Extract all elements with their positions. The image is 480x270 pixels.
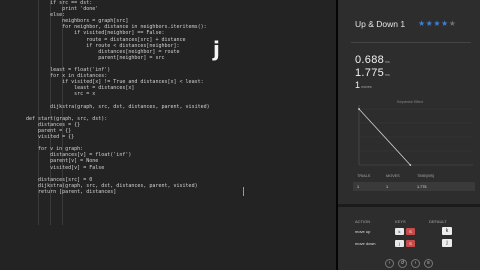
code-editor[interactable]: if src == dst: print 'done' else: neighb… <box>0 0 336 270</box>
previous-icon[interactable]: ‹ <box>385 259 394 268</box>
menu-icon[interactable]: ≡ <box>424 259 433 268</box>
chart-point <box>409 164 412 166</box>
keystroke-chart: Keystroke Effect <box>358 100 473 166</box>
default-key: j <box>442 239 452 247</box>
chart-label: Keystroke Effect <box>397 100 423 104</box>
section-divider <box>338 204 480 207</box>
default-key: k <box>442 227 452 235</box>
keybind-row-move-up: move up k S k <box>355 225 473 237</box>
chart-grid <box>359 108 473 152</box>
star-icon: ★ <box>433 19 442 28</box>
next-icon[interactable]: › <box>411 259 420 268</box>
key-button[interactable]: S <box>406 227 415 235</box>
stat-average: 0.688ms <box>355 54 390 66</box>
key-button[interactable]: S <box>406 239 415 247</box>
table-row: 1 1 1.775 <box>353 182 475 191</box>
level-title: Up & Down 1 <box>355 19 406 29</box>
stats-panel: Up & Down 1 ★★★★★ 0.688ms 1.775ms 1moves… <box>338 0 480 270</box>
keybind-row-move-down: move down j S j <box>355 237 473 249</box>
divider <box>351 42 471 43</box>
keybind-header: ACTION KEYS DEFAULT <box>355 219 447 224</box>
key-button[interactable]: k <box>395 227 404 235</box>
code-area[interactable]: if src == dst: print 'done' else: neighb… <box>26 0 326 195</box>
star-icon: ★ <box>448 19 457 28</box>
restart-icon[interactable]: ↺ <box>398 259 407 268</box>
code-line: return [parent, distances] <box>26 188 117 195</box>
pressed-key-overlay: j <box>213 37 220 61</box>
key-button[interactable]: j <box>395 239 404 247</box>
text-cursor <box>243 187 244 196</box>
trials-table: TRIALS MOVES TIME(MS) 1 1 1.775 <box>353 172 475 191</box>
table-header: TRIALS MOVES TIME(MS) <box>357 174 435 178</box>
keybindings: ACTION KEYS DEFAULT move up k S k move d… <box>355 218 473 249</box>
chart-point <box>358 108 360 110</box>
stat-moves: 1moves <box>355 80 372 90</box>
bottom-nav: ‹ ↺ › ≡ <box>338 257 480 270</box>
stat-total: 1.775ms <box>355 67 390 79</box>
star-icon: ★ <box>441 19 449 28</box>
star-icon: ★ <box>418 19 426 28</box>
rating-stars: ★★★★★ <box>418 19 456 28</box>
